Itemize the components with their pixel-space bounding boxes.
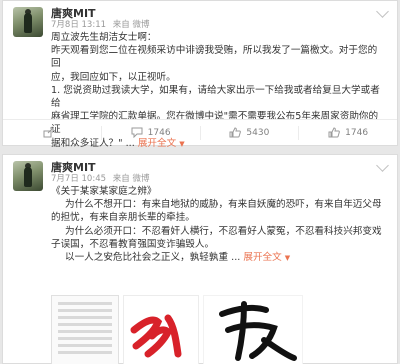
image-thumbnail-black-calligraphy[interactable] [203, 295, 303, 364]
share-icon [43, 127, 54, 138]
comment-icon [131, 127, 143, 138]
post-line: 为什么不想开口：有来自地狱的威胁，有来自妖魔的恐吓，有来自年迈父母 [65, 199, 382, 211]
source-prefix: 来自 [112, 174, 130, 184]
image-thumbnail-document[interactable] [51, 295, 119, 364]
like-count-2: 1746 [345, 127, 369, 138]
post-source[interactable]: 微博 [132, 174, 149, 184]
source-prefix: 来自 [112, 20, 130, 30]
post-line: 子误国，不忍看教育强国变诈骗毁人。 [51, 238, 215, 250]
expand-link[interactable]: 展开全文 [243, 252, 281, 263]
like-icon [328, 127, 341, 138]
red-calligraphy-image [130, 314, 182, 358]
black-calligraphy-image [219, 301, 297, 361]
like-button[interactable]: 5430 [201, 125, 300, 140]
post-body: 《关于某家某家庭之辨》 为什么不想开口：有来自地狱的威胁，有来自妖魔的恐吓，有来… [51, 185, 385, 265]
expand-arrow-icon[interactable]: ▼ [285, 254, 290, 262]
post-line: 的担忧，有来自亲朋长辈的牵挂。 [51, 212, 195, 224]
post-meta: 7月7日 10:45 来自 微博 [51, 172, 149, 184]
post-line: 1. 您说资助过我读大学，如果有，请给大家出示一下给我或者给复旦大学或者给 [51, 84, 380, 110]
post-actions: 1746 5430 1746 [3, 119, 397, 145]
post-line-last: 以一人之安危比社会之正义，孰轻孰重 ... 展开全文 ▼ [51, 251, 385, 265]
like-button-2[interactable]: 1746 [299, 126, 397, 140]
text-line-shape [58, 344, 112, 347]
chevron-down-icon[interactable] [376, 5, 389, 18]
post-time[interactable]: 7月7日 10:45 [51, 174, 106, 184]
post-line: 周立波先生胡洁女士啊： [51, 32, 157, 43]
post-images [51, 295, 303, 364]
avatar[interactable] [13, 7, 43, 37]
post-line: 昨天观看到您二位在视频采访中诽谤我受贿，所以我发了一篇檄文。对于您的回 [51, 45, 378, 70]
weibo-post-1: 唐爽MIT 7月8日 13:11 来自 微博 周立波先生胡洁女士啊： 昨天观看到… [2, 0, 398, 149]
avatar-figure-body [24, 167, 32, 187]
post-line: 《关于某家某家庭之辨》 [51, 186, 157, 197]
post-meta: 7月8日 13:11 来自 微博 [51, 18, 149, 30]
weibo-post-2: 唐爽MIT 7月7日 10:45 来自 微博 《关于某家某家庭之辨》 为什么不想… [2, 154, 398, 364]
post-line: 应，我回应如下，以正视听。 [51, 71, 176, 83]
chevron-down-icon[interactable] [376, 159, 389, 172]
share-button[interactable] [3, 125, 102, 140]
like-icon [229, 127, 242, 138]
text-line-shape [58, 330, 112, 333]
text-line-shape [58, 302, 112, 305]
text-line-shape [58, 323, 112, 326]
avatar[interactable] [13, 161, 43, 191]
comment-button[interactable]: 1746 [102, 125, 201, 140]
post-time[interactable]: 7月8日 13:11 [51, 20, 106, 30]
document-thumbnail-lines [58, 302, 112, 358]
text-line-shape [58, 351, 112, 354]
text-line-shape [58, 316, 112, 319]
text-line-shape [58, 309, 112, 312]
text-line-shape [58, 337, 112, 340]
post-line: 为什么必须开口：不忍看奸人横行，不忍看好人蒙冤，不忍看科技兴邦变戏 [65, 225, 382, 237]
comment-count: 1746 [147, 127, 171, 138]
post-source[interactable]: 微博 [132, 20, 149, 30]
image-thumbnail-red-calligraphy[interactable] [123, 295, 199, 364]
avatar-figure-body [24, 13, 32, 33]
post-line: 以一人之安危比社会之正义，孰轻孰重 ... [65, 252, 241, 264]
like-count: 5430 [246, 127, 270, 138]
